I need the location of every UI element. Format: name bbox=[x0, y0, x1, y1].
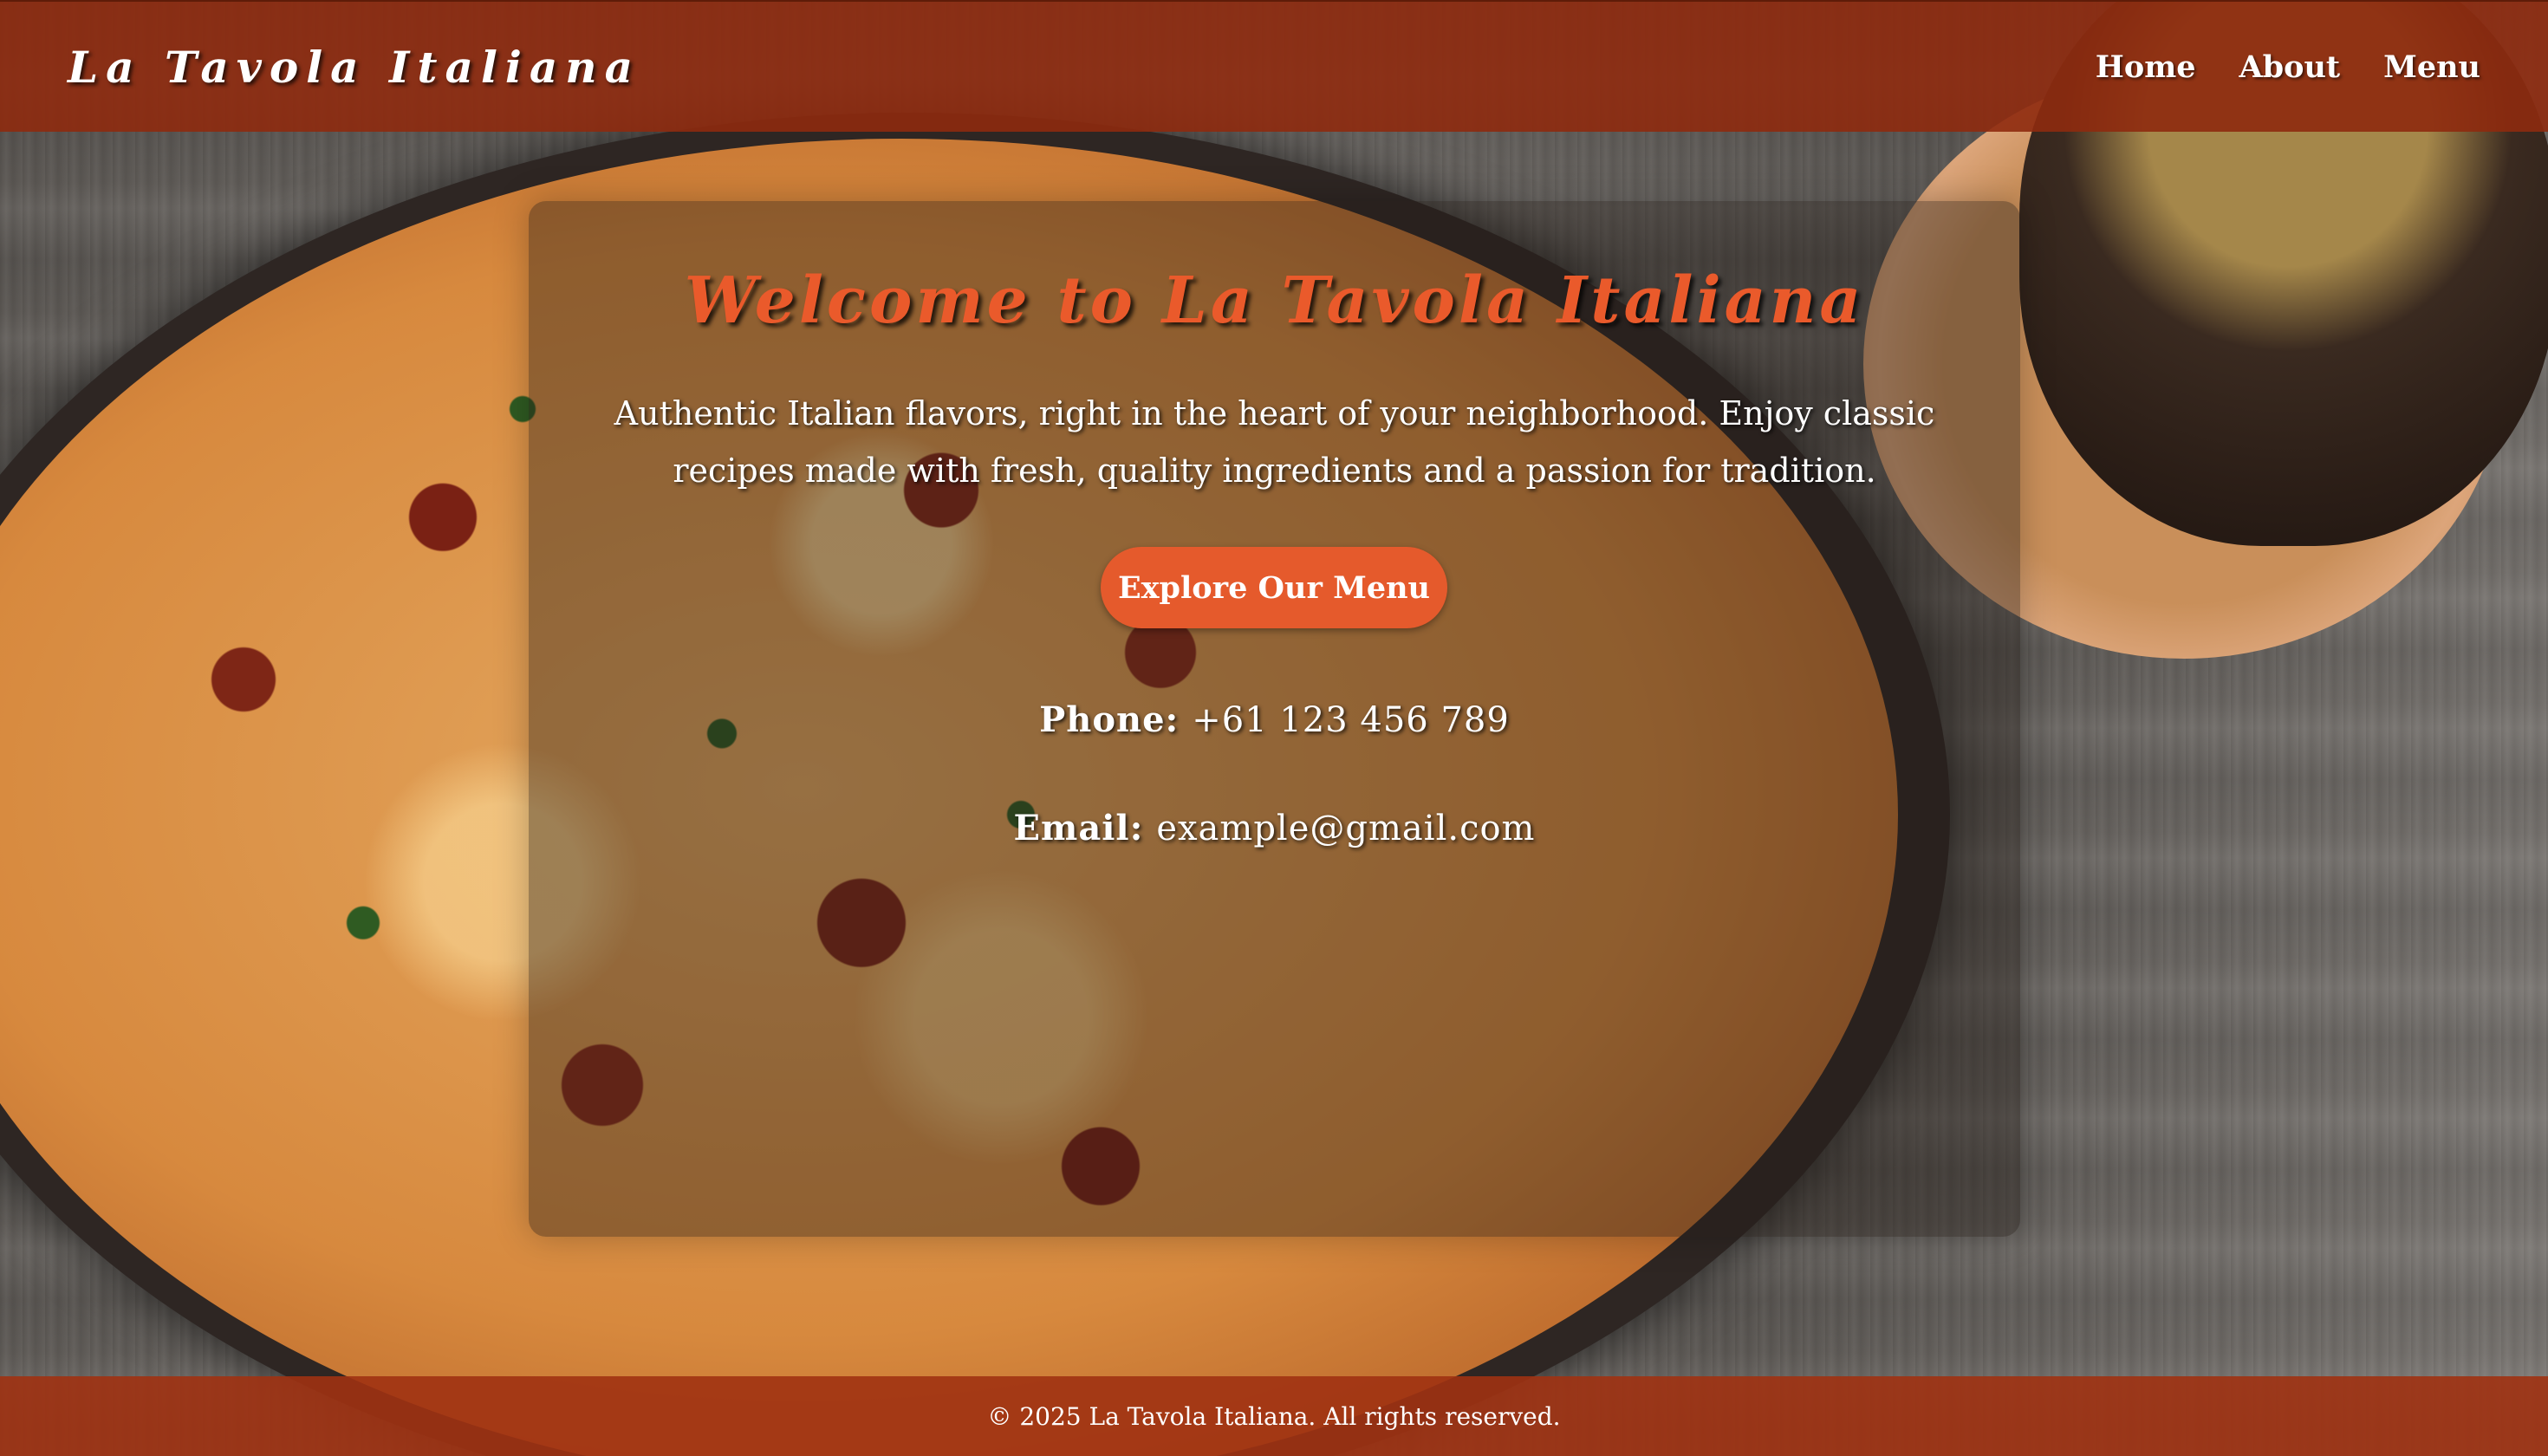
nav-about[interactable]: About bbox=[2239, 49, 2341, 85]
nav-home[interactable]: Home bbox=[2096, 49, 2196, 85]
phone-label: Phone: bbox=[1039, 699, 1193, 740]
hero-card: Welcome to La Tavola Italiana Authentic … bbox=[529, 201, 2020, 1237]
hero-description: Authentic Italian flavors, right in the … bbox=[614, 394, 1935, 490]
site-header: La Tavola Italiana Home About Menu bbox=[0, 0, 2548, 132]
copyright-text: © 2025 La Tavola Italiana. All rights re… bbox=[987, 1401, 1561, 1431]
hero-title: Welcome to La Tavola Italiana bbox=[684, 263, 1865, 338]
site-footer: © 2025 La Tavola Italiana. All rights re… bbox=[0, 1376, 2548, 1456]
email-value[interactable]: example@gmail.com bbox=[1156, 809, 1535, 848]
email-row: Email: example@gmail.com bbox=[529, 808, 2020, 848]
nav-menu[interactable]: Menu bbox=[2383, 49, 2480, 85]
explore-menu-button[interactable]: Explore Our Menu bbox=[1101, 547, 1447, 628]
phone-value[interactable]: +61 123 456 789 bbox=[1192, 700, 1510, 740]
email-label: Email: bbox=[1013, 808, 1157, 848]
brand-logo[interactable]: La Tavola Italiana bbox=[68, 42, 640, 93]
main-nav: Home About Menu bbox=[2096, 49, 2480, 85]
phone-row: Phone: +61 123 456 789 bbox=[529, 699, 2020, 740]
